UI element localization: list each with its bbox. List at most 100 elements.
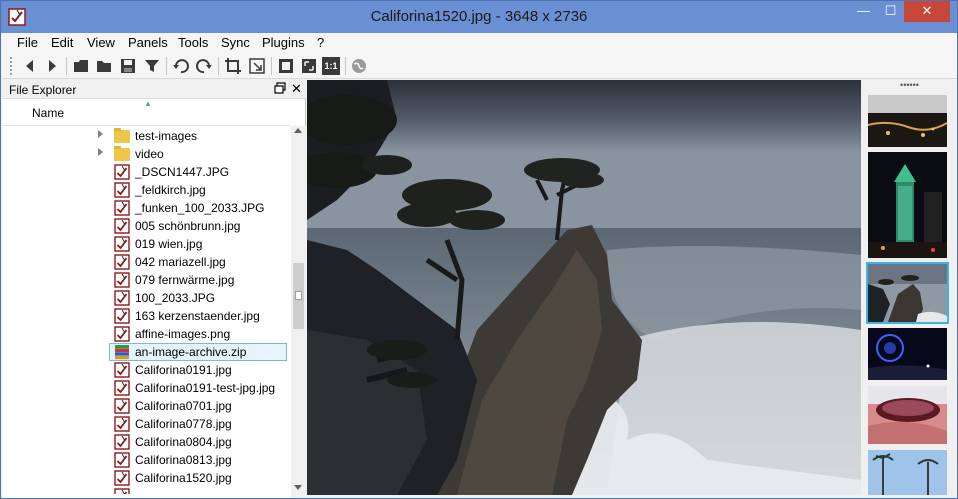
scroll-down-icon[interactable] (294, 485, 302, 490)
file-item[interactable]: _DSCN1447.JPG (2, 163, 291, 181)
menu-tools[interactable]: Tools (178, 35, 208, 50)
image-file-icon (114, 380, 130, 396)
thumbnail-palm-trees-sky[interactable] (868, 450, 947, 495)
menu-help[interactable]: ? (317, 35, 324, 50)
fullscreen-icon[interactable] (300, 57, 318, 75)
menu-edit[interactable]: Edit (51, 35, 73, 50)
file-item[interactable]: Califorina0191-test-jpg.jpg (2, 379, 291, 397)
file-item[interactable] (2, 487, 291, 494)
open-folder-icon[interactable] (95, 57, 113, 75)
thumbnail-city-night-lights[interactable] (868, 95, 947, 147)
close-window-button[interactable]: ✕ (904, 1, 950, 22)
crop-icon[interactable] (224, 57, 242, 75)
item-label: _DSCN1447.JPG (135, 165, 230, 179)
resize-icon[interactable] (248, 57, 266, 75)
file-item[interactable]: an-image-archive.zip (2, 343, 291, 361)
item-label: _funken_100_2033.JPG (135, 201, 265, 215)
menu-plugins[interactable]: Plugins (262, 35, 305, 50)
item-label: 163 kerzenstaender.jpg (135, 309, 260, 323)
actual-size-icon[interactable]: 1:1 (322, 57, 340, 75)
float-panel-icon[interactable] (274, 82, 286, 94)
file-item[interactable]: Califorina0813.jpg (2, 451, 291, 469)
close-panel-icon[interactable]: ✕ (291, 81, 302, 97)
column-header-name[interactable]: ▲ Name (2, 99, 291, 126)
toolbar: 1:1 (2, 53, 957, 79)
image-file-icon (114, 326, 130, 342)
file-item[interactable]: Califorina0804.jpg (2, 433, 291, 451)
thumbnail-strip-grip[interactable]: •••••• (862, 80, 957, 94)
image-file-icon (114, 416, 130, 432)
file-item[interactable]: 100_2033.JPG (2, 289, 291, 307)
archive-icon (115, 345, 129, 360)
thumbnail-lit-tower-night[interactable] (868, 152, 947, 258)
thumbnail-sunglasses-closeup[interactable] (868, 386, 947, 444)
folder-icon (114, 128, 130, 143)
image-file-icon (114, 164, 130, 180)
filter-icon[interactable] (143, 57, 161, 75)
menu-view[interactable]: View (87, 35, 115, 50)
image-file-icon (114, 362, 130, 378)
file-item[interactable]: _funken_100_2033.JPG (2, 199, 291, 217)
file-item[interactable]: affine-images.png (2, 325, 291, 343)
item-label: an-image-archive.zip (135, 345, 247, 359)
scroll-up-icon[interactable] (294, 128, 302, 133)
image-file-icon (114, 488, 130, 494)
menu-panels[interactable]: Panels (128, 35, 168, 50)
item-label: Califorina0701.jpg (135, 399, 232, 413)
folder-icon (114, 146, 130, 161)
panel-title: File Explorer (9, 83, 77, 97)
file-item[interactable]: _feldkirch.jpg (2, 181, 291, 199)
item-label: Califorina0191.jpg (135, 363, 232, 377)
title-bar[interactable]: Califorina1520.jpg - 3648 x 2736 — ☐ ✕ (1, 1, 957, 33)
toolbar-separator (345, 57, 346, 75)
file-item[interactable]: Califorina0778.jpg (2, 415, 291, 433)
minimize-button[interactable]: — (850, 1, 877, 22)
file-item[interactable]: Califorina0701.jpg (2, 397, 291, 415)
file-item[interactable]: Califorina0191.jpg (2, 361, 291, 379)
thumbnail-blue-ferris-wheel[interactable] (868, 328, 947, 380)
item-label: Califorina0813.jpg (135, 453, 232, 467)
rotate-left-icon[interactable] (172, 57, 190, 75)
item-label: _feldkirch.jpg (135, 183, 206, 197)
menu-sync[interactable]: Sync (221, 35, 250, 50)
maximize-button[interactable]: ☐ (877, 1, 904, 22)
thumbnail-cypress-coast[interactable] (866, 262, 949, 324)
back-icon[interactable] (21, 57, 39, 75)
main-photo (307, 80, 861, 495)
item-label: test-images (135, 129, 198, 143)
thumbnail-strip: •••••• (862, 80, 957, 498)
file-item[interactable]: 019 wien.jpg (2, 235, 291, 253)
image-file-icon (114, 398, 130, 414)
folder-item[interactable]: video (2, 145, 291, 163)
column-name-label: Name (32, 106, 65, 120)
sort-ascending-icon: ▲ (144, 99, 152, 108)
image-file-icon (114, 200, 130, 216)
item-label: 005 schönbrunn.jpg (135, 219, 241, 233)
toolbar-grip[interactable] (10, 57, 13, 75)
file-item[interactable]: Califorina1520.jpg (2, 469, 291, 487)
file-item[interactable]: 163 kerzenstaender.jpg (2, 307, 291, 325)
scroll-thumb[interactable] (293, 263, 304, 329)
file-item[interactable]: 005 schönbrunn.jpg (2, 217, 291, 235)
toolbar-separator (271, 57, 272, 75)
folder-item[interactable]: test-images (2, 127, 291, 145)
file-item[interactable]: 042 mariazell.jpg (2, 253, 291, 271)
panel-header: File Explorer ✕ (2, 80, 306, 99)
globe-icon[interactable] (350, 57, 368, 75)
save-icon[interactable] (119, 57, 137, 75)
fit-window-icon[interactable] (277, 57, 295, 75)
toolbar-separator (218, 57, 219, 75)
image-viewer[interactable] (307, 80, 861, 495)
expand-arrow-icon[interactable] (98, 148, 103, 156)
image-file-icon (114, 254, 130, 270)
menu-file[interactable]: File (17, 35, 38, 50)
file-item[interactable]: 079 fernwärme.jpg (2, 271, 291, 289)
forward-icon[interactable] (43, 57, 61, 75)
expand-arrow-icon[interactable] (98, 130, 103, 138)
window-title: Califorina1520.jpg - 3648 x 2736 (370, 8, 588, 25)
vertical-scrollbar[interactable] (291, 126, 306, 498)
rotate-right-icon[interactable] (195, 57, 213, 75)
item-label: 019 wien.jpg (135, 237, 203, 251)
open-file-icon[interactable] (72, 57, 90, 75)
file-explorer-panel: File Explorer ✕ ▲ Name test-images video _… (2, 80, 306, 498)
